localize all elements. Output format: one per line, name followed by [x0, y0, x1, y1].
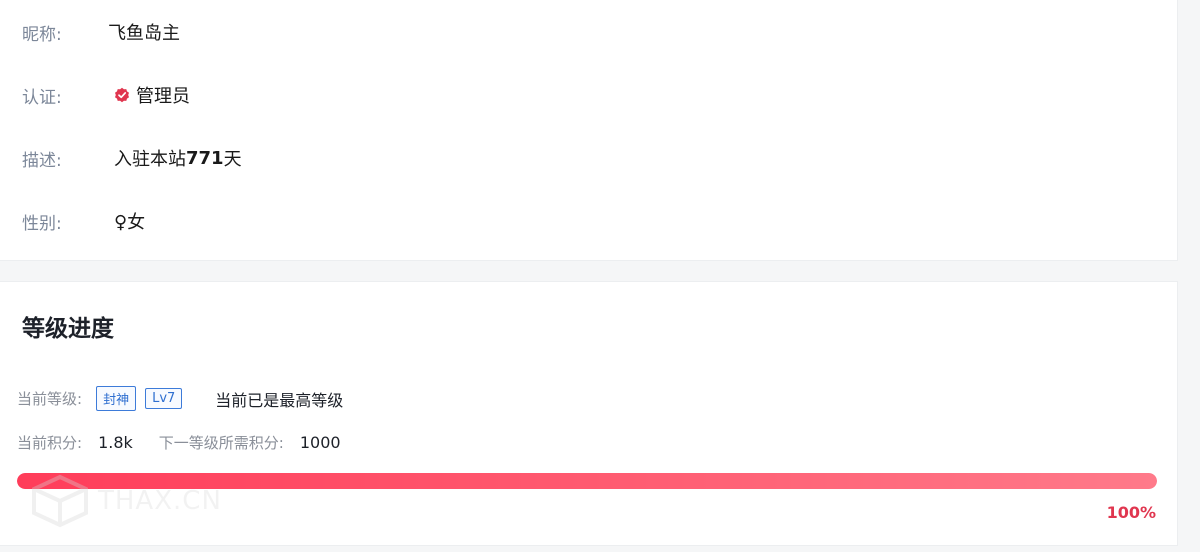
next-level-value: 1000 — [299, 433, 341, 452]
nickname-label: 昵称: — [22, 24, 62, 45]
current-level-label: 当前等级: — [17, 390, 83, 408]
verified-badge-icon — [115, 87, 129, 103]
progress-bar — [17, 473, 1157, 489]
desc-suffix: 天 — [223, 149, 242, 170]
cert-value-wrap: 管理员 — [108, 82, 190, 108]
profile-card: 昵称: 飞鱼岛主 认证: 管理员 描述: 入驻本站 771 天 性别: ♀女 — [0, 0, 1178, 261]
current-level-line: 当前等级: 封神 Lv7 当前已是最高等级 — [17, 386, 343, 411]
points-line: 当前积分: 1.8k 下一等级所需积分: 1000 — [17, 432, 341, 453]
desc-label: 描述: — [22, 150, 62, 171]
cert-value: 管理员 — [136, 86, 190, 107]
progress-fill — [17, 473, 1157, 489]
level-status-text: 当前已是最高等级 — [215, 390, 344, 410]
desc-prefix: 入驻本站 — [114, 149, 186, 170]
gender-value: ♀女 — [114, 212, 146, 233]
desc-days: 771 — [186, 147, 224, 169]
level-lv-badge[interactable]: Lv7 — [145, 388, 183, 409]
points-value: 1.8k — [98, 433, 133, 452]
next-level-label: 下一等级所需积分: — [158, 434, 284, 452]
nickname-value: 飞鱼岛主 — [108, 23, 180, 44]
gender-label: 性别: — [22, 213, 62, 234]
cert-label: 认证: — [22, 87, 62, 108]
progress-percent: 100% — [1106, 503, 1156, 522]
section-title: 等级进度 — [22, 316, 114, 342]
points-label: 当前积分: — [17, 434, 83, 452]
desc-value: 入驻本站 771 天 — [114, 145, 242, 171]
level-tag-badge[interactable]: 封神 — [96, 386, 137, 411]
level-progress-card: 等级进度 当前等级: 封神 Lv7 当前已是最高等级 当前积分: 1.8k 下一… — [0, 281, 1178, 546]
